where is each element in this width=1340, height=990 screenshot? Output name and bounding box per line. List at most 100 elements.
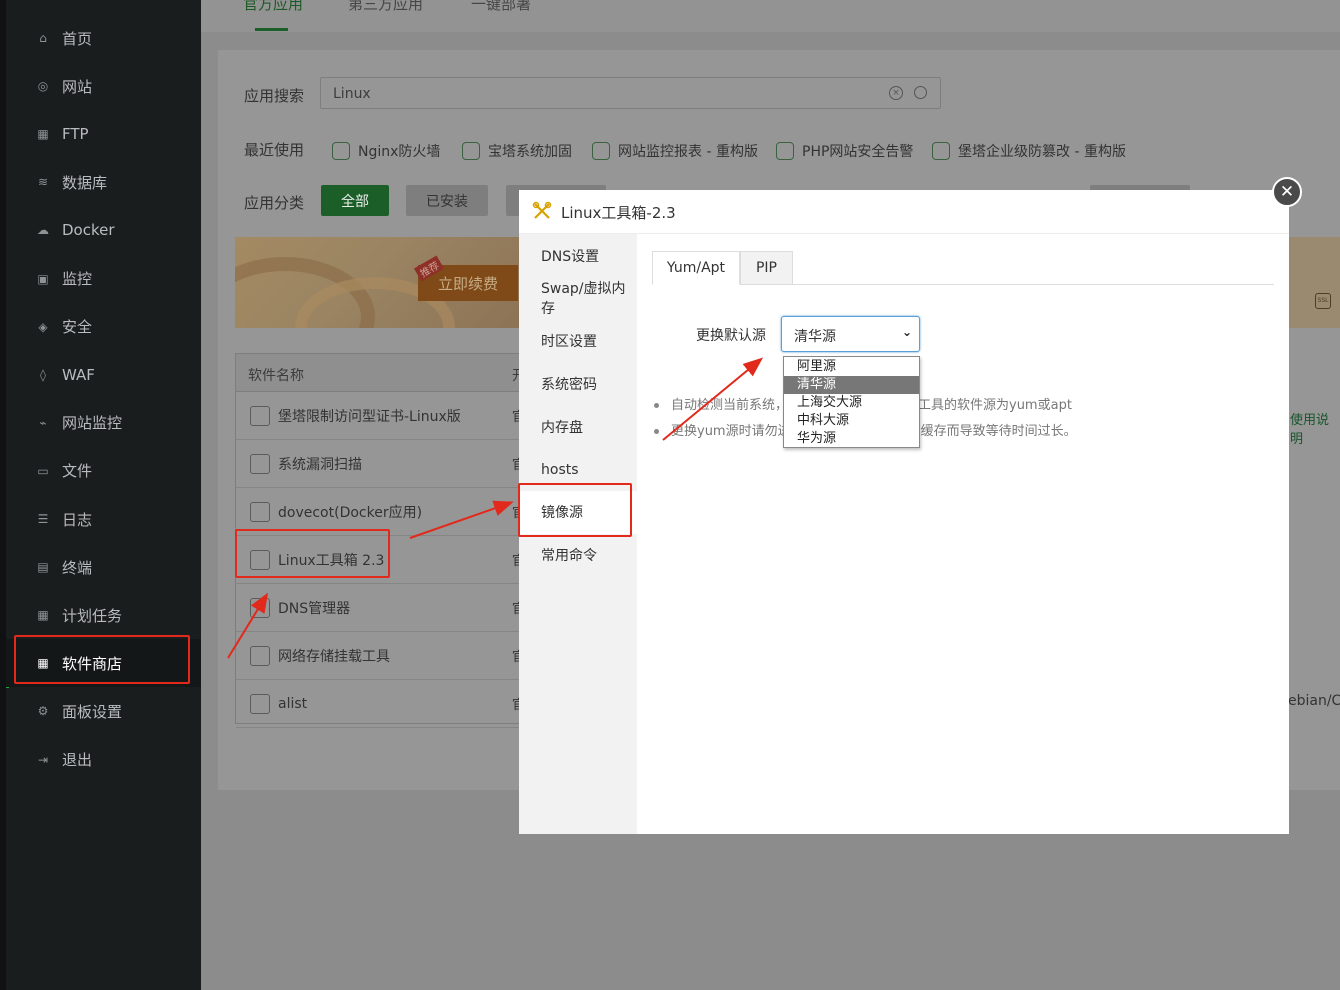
sidebar-item[interactable]: ◎ 网站 [6,62,201,110]
search-label: 应用搜索 [244,87,305,105]
sidebar-item[interactable]: ☰ 日志 [6,495,201,543]
promo-banner-right: SSL [1289,237,1340,328]
clear-icon[interactable]: × [889,86,903,100]
sidebar: ⌂ 首页 ◎ 网站 ▦ FTP ≋ 数据库 ☁ Docker ▣ 监控 ◈ 安全 ◊ WAF ⌁ 网站监控 ▭ 文件 ☰… [0,0,201,990]
tab-one-click[interactable]: 一键部署 [471,0,531,14]
column-name: 软件名称 [248,368,304,384]
shield-icon [462,142,480,160]
sidebar-item[interactable]: ▤ 终端 [6,543,201,591]
gear-icon: ⚙ [37,704,49,719]
source-dropdown: 阿里源 清华源 上海交大源 中科大源 华为源 [783,356,920,448]
table-row[interactable]: 系统漏洞扫描官 [236,440,536,488]
dialog-nav-item[interactable]: 常用命令 [519,534,637,577]
renew-button[interactable]: 推荐 立即续费 [413,255,518,301]
sidebar-item[interactable]: ⌁ 网站监控 [6,399,201,447]
recent-item[interactable]: 宝塔系统加固 [462,141,572,161]
app-name: alist [278,695,308,712]
dialog-nav-item[interactable]: 系统密码 [519,362,637,405]
sidebar-item[interactable]: ⇥ 退出 [6,736,201,784]
sidebar-item[interactable]: ☁ Docker [6,206,201,254]
lock-file-icon [932,142,950,160]
recent-item[interactable]: 网站监控报表 - 重构版 [592,141,758,161]
search-value: Linux [333,86,371,102]
app-icon [250,405,270,426]
folder-icon: ▭ [37,463,49,478]
table-row[interactable]: alist官 [236,680,536,728]
source-option[interactable]: 上海交大源 [784,394,919,412]
annotation-box [235,529,390,578]
category-label: 应用分类 [244,194,305,212]
docker-icon: ☁ [37,223,49,238]
monitor-icon: ▣ [37,271,49,286]
chart-icon: ⌁ [39,415,47,430]
sidebar-item[interactable]: ▦ FTP [6,110,201,158]
tab-official[interactable]: 官方应用 [243,0,303,14]
sidebar-item[interactable]: ▣ 监控 [6,255,201,303]
alarm-icon [776,142,794,160]
sidebar-item-label: Docker [62,221,115,240]
shield-icon: ◈ [38,319,48,334]
source-option[interactable]: 阿里源 [784,358,919,376]
ssl-icon: SSL [1315,293,1331,309]
sidebar-item[interactable]: ≋ 数据库 [6,158,201,206]
table-row[interactable]: DNS管理器官 [236,584,536,632]
dialog-nav-item[interactable]: 内存盘 [519,405,637,448]
sidebar-item[interactable]: ▦ 计划任务 [6,591,201,639]
recent-item[interactable]: PHP网站安全告警 [776,141,913,161]
category-all-button[interactable]: 全部 [321,185,389,216]
table-header: 软件名称 开 [236,354,536,392]
source-select[interactable]: 清华源 ⌄ [781,316,920,352]
recent-item[interactable]: Nginx防火墙 [332,141,440,161]
dialog-nav-item[interactable]: DNS设置 [519,234,637,277]
source-option[interactable]: 中科大源 [784,412,919,430]
tab-pip[interactable]: PIP [740,251,793,285]
chevron-down-icon: ⌄ [902,325,913,339]
top-tabs: 官方应用 第三方应用 一键部署 [201,0,1340,32]
table-row[interactable]: 堡塔限制访问型证书-Linux版官 [236,392,536,440]
app-name: DNS管理器 [278,600,351,617]
app-icon [250,501,270,522]
source-label: 更换默认源 [696,328,766,344]
sidebar-item-label: 退出 [62,751,93,769]
app-name: 堡塔限制访问型证书-Linux版 [278,408,461,425]
app-name: dovecot(Docker应用) [278,504,423,521]
ftp-icon: ▦ [37,127,49,142]
table-row[interactable]: 网络存储挂载工具官 [236,632,536,680]
terminal-icon: ▤ [37,560,49,575]
tab-third-party[interactable]: 第三方应用 [348,0,423,14]
sidebar-item-label: 网站 [62,77,93,96]
dialog-nav-item[interactable]: 时区设置 [519,320,637,363]
recent-label: 最近使用 [244,141,305,159]
app-icon [250,453,270,474]
search-input[interactable]: Linux × [320,77,941,109]
sidebar-item[interactable]: ▭ 文件 [6,447,201,495]
sidebar-item-label: 终端 [62,558,93,577]
annotation-box [14,635,190,684]
app-name: 网络存储挂载工具 [278,648,390,665]
sidebar-item[interactable]: ⌂ 首页 [6,14,201,62]
dialog-header: Linux工具箱-2.3 [519,190,1289,234]
dialog-title: Linux工具箱-2.3 [561,204,676,222]
dialog-nav-item[interactable]: Swap/虚拟内存 [519,277,637,320]
sidebar-item-label: WAF [62,365,95,384]
sidebar-item-label: 首页 [62,29,93,48]
sidebar-item-label: 计划任务 [62,606,123,625]
source-option[interactable]: 清华源 [784,376,919,394]
source-option[interactable]: 华为源 [784,430,919,448]
usage-link[interactable]: 使用说明 [1290,409,1340,447]
close-button[interactable]: ✕ [1272,177,1302,207]
category-installed-button[interactable]: 已安装 [406,185,488,216]
app-icon [250,597,270,618]
app-name: 系统漏洞扫描 [278,456,362,473]
sidebar-item[interactable]: ◊ WAF [6,351,201,399]
annotation-box [518,483,632,537]
sidebar-item[interactable]: ◈ 安全 [6,303,201,351]
database-icon: ≋ [37,175,49,190]
sidebar-item-label: 监控 [62,270,93,288]
sidebar-item[interactable]: ⚙ 面板设置 [6,687,201,735]
recent-item[interactable]: 堡塔企业级防篡改 - 重构版 [932,141,1126,161]
app-icon [250,645,270,666]
tab-yum-apt[interactable]: Yum/Apt [652,251,740,285]
search-icon[interactable] [914,86,927,99]
tools-icon [532,201,552,219]
